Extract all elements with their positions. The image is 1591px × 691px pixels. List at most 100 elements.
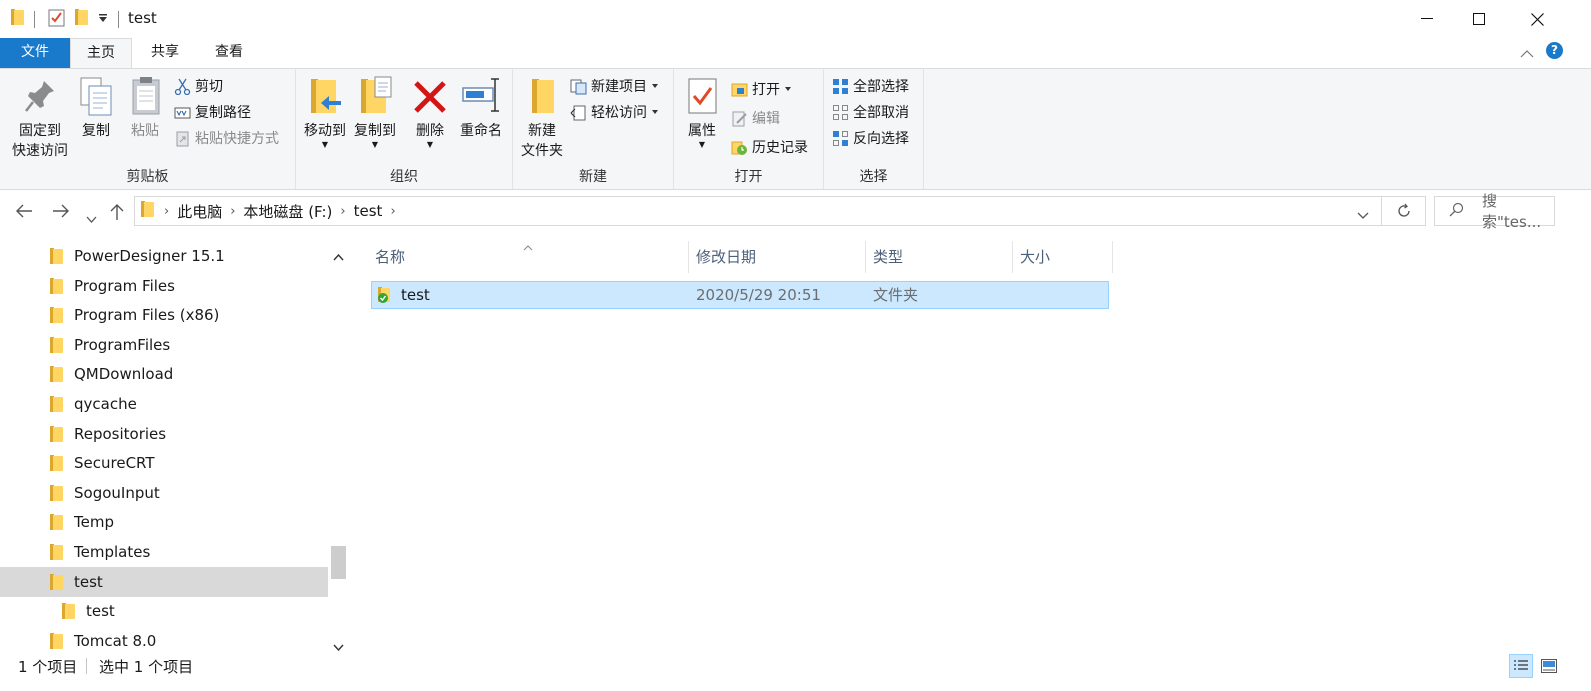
move-to-label: 移动到 xyxy=(304,123,346,139)
divider xyxy=(86,658,87,674)
column-headers: 名称 修改日期 类型 大小 xyxy=(368,241,1113,273)
chevron-right-icon[interactable]: › xyxy=(390,204,395,219)
breadcrumb-drive[interactable]: 本地磁盘 (F:) xyxy=(243,201,332,222)
column-type[interactable]: 类型 xyxy=(866,241,1013,273)
select-none-button[interactable]: 全部取消 xyxy=(832,101,909,123)
minimize-button[interactable] xyxy=(1398,0,1456,38)
column-name[interactable]: 名称 xyxy=(368,241,689,273)
close-button[interactable] xyxy=(1508,0,1566,38)
rename-label: 重命名 xyxy=(460,123,502,139)
tab-view[interactable]: 查看 xyxy=(198,38,260,68)
folder-icon xyxy=(50,573,63,590)
nav-item[interactable]: Program Files (x86) xyxy=(0,300,328,330)
delete-button[interactable]: 删除 ▼ xyxy=(410,75,450,149)
nav-item[interactable]: Temp xyxy=(0,507,328,537)
nav-item[interactable]: ProgramFiles xyxy=(0,330,328,360)
nav-item[interactable]: test xyxy=(0,596,328,626)
chevron-right-icon[interactable]: › xyxy=(164,204,169,219)
nav-item[interactable]: qycache xyxy=(0,389,328,419)
cut-label: 剪切 xyxy=(195,79,223,95)
large-icons-view-button[interactable] xyxy=(1539,656,1559,676)
paste-label: 粘贴 xyxy=(131,123,159,139)
history-button[interactable]: 历史记录 xyxy=(731,136,808,158)
up-button[interactable] xyxy=(109,203,125,226)
copy-button[interactable]: 复制 xyxy=(76,75,116,141)
nav-item[interactable]: PowerDesigner 15.1 xyxy=(0,241,328,271)
maximize-button[interactable] xyxy=(1450,0,1508,38)
scrollbar-thumb[interactable] xyxy=(331,546,346,579)
nav-item-label: PowerDesigner 15.1 xyxy=(74,247,225,265)
chevron-down-icon xyxy=(652,84,658,88)
details-view-button[interactable] xyxy=(1509,654,1533,678)
forward-button[interactable] xyxy=(52,203,70,224)
refresh-button[interactable] xyxy=(1382,196,1426,226)
invert-selection-icon xyxy=(832,130,849,147)
cut-button[interactable]: 剪切 xyxy=(174,75,223,97)
select-all-button[interactable]: 全部选择 xyxy=(832,75,909,97)
selected-count: 选中 1 个项目 xyxy=(99,658,194,676)
scroll-up-icon[interactable] xyxy=(333,247,344,265)
clipboard-group-label: 剪贴板 xyxy=(126,169,169,185)
column-modified[interactable]: 修改日期 xyxy=(689,241,866,273)
breadcrumb-test[interactable]: test xyxy=(354,202,383,220)
move-to-button[interactable]: 移动到 ▼ xyxy=(300,75,350,149)
new-group-label: 新建 xyxy=(579,169,607,185)
properties-icon xyxy=(682,75,722,117)
nav-item[interactable]: SogouInput xyxy=(0,478,328,508)
pin-quick-access-button[interactable]: 固定到 快速访问 xyxy=(6,75,74,161)
new-folder-label-line2: 文件夹 xyxy=(521,143,563,159)
nav-item-label: Tomcat 8.0 xyxy=(74,631,157,650)
search-input[interactable]: 搜索"tes... xyxy=(1434,192,1555,231)
folder-icon xyxy=(11,9,24,25)
nav-item[interactable]: Templates xyxy=(0,537,328,567)
new-folder-quick-icon[interactable] xyxy=(75,9,88,25)
nav-item[interactable]: SecureCRT xyxy=(0,448,328,478)
synced-folder-icon xyxy=(376,286,392,308)
paste-shortcut-button[interactable]: 粘贴快捷方式 xyxy=(174,127,279,149)
folder-icon xyxy=(62,603,75,620)
edit-button[interactable]: 编辑 xyxy=(731,107,780,129)
chevron-right-icon[interactable]: › xyxy=(340,204,345,219)
address-bar[interactable]: › 此电脑 › 本地磁盘 (F:) › test › xyxy=(134,196,1382,226)
new-item-button[interactable]: 新建项目 xyxy=(570,75,658,97)
rename-button[interactable]: 重命名 xyxy=(456,75,506,141)
nav-item[interactable]: Repositories xyxy=(0,419,328,449)
nav-item-label: ProgramFiles xyxy=(74,335,171,354)
collapse-ribbon-icon[interactable] xyxy=(1520,45,1534,63)
invert-selection-button[interactable]: 反向选择 xyxy=(832,127,909,149)
properties-quick-icon[interactable] xyxy=(48,9,65,27)
copy-path-button[interactable]: 复制路径 xyxy=(174,101,251,123)
easy-access-button[interactable]: 轻松访问 xyxy=(570,101,658,123)
new-folder-button[interactable]: 新建 文件夹 xyxy=(517,75,567,161)
help-icon[interactable]: ? xyxy=(1546,42,1563,59)
customize-toolbar-icon[interactable] xyxy=(98,13,108,23)
search-placeholder: 搜索"tes... xyxy=(1482,192,1542,231)
tab-share[interactable]: 共享 xyxy=(134,38,196,68)
recent-locations-button[interactable] xyxy=(86,208,97,229)
address-history-dropdown[interactable] xyxy=(1357,206,1369,224)
chevron-right-icon[interactable]: › xyxy=(230,204,235,219)
divider xyxy=(34,11,35,28)
ribbon: 固定到 快速访问 复制 粘贴 剪切 复制路径 粘贴快捷方式 剪贴板 移动到 ▼ … xyxy=(0,68,1591,190)
folder-icon xyxy=(50,544,63,560)
open-button[interactable]: 打开 xyxy=(731,78,791,100)
copy-to-button[interactable]: 复制到 ▼ xyxy=(350,75,400,149)
nav-item-label: test xyxy=(74,572,103,591)
table-row[interactable]: test 2020/5/29 20:51 文件夹 xyxy=(371,281,1109,309)
nav-item[interactable]: test xyxy=(0,566,328,597)
properties-button[interactable]: 属性 ▼ xyxy=(682,75,722,149)
nav-item-label: Program Files (x86) xyxy=(74,306,220,325)
tab-home[interactable]: 主页 xyxy=(70,38,132,69)
column-size[interactable]: 大小 xyxy=(1013,241,1113,273)
nav-item[interactable]: Program Files xyxy=(0,271,328,301)
back-button[interactable] xyxy=(15,203,33,224)
window-title: test xyxy=(128,9,157,27)
navigation-bar: › 此电脑 › 本地磁盘 (F:) › test › 搜索"tes... xyxy=(0,191,1591,238)
paste-button[interactable]: 粘贴 xyxy=(124,75,166,141)
tab-file[interactable]: 文件 xyxy=(0,38,70,68)
breadcrumb-this-pc[interactable]: 此电脑 xyxy=(177,201,222,222)
divider xyxy=(118,11,119,28)
nav-item[interactable]: QMDownload xyxy=(0,359,328,389)
nav-scrollbar[interactable] xyxy=(328,241,349,652)
folder-icon xyxy=(50,307,63,324)
